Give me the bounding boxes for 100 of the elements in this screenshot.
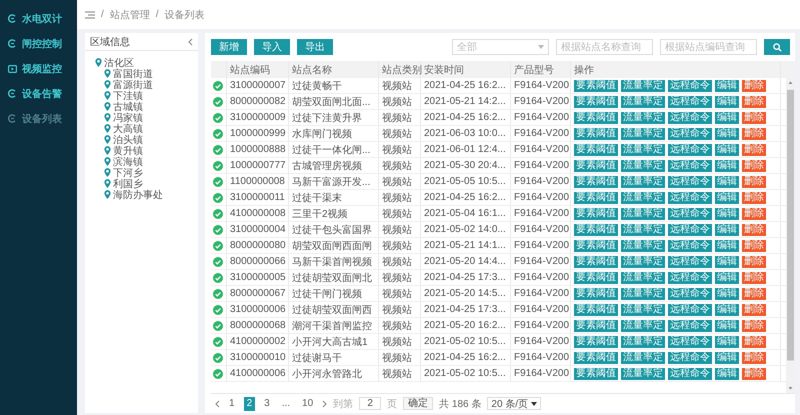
type-select[interactable]: 全部 xyxy=(452,39,549,55)
delete-button[interactable]: 删除 xyxy=(742,288,766,300)
page-item[interactable]: 2 xyxy=(244,396,256,410)
toolbar-button[interactable]: 导入 xyxy=(254,39,290,55)
action-button[interactable]: 编辑 xyxy=(715,96,739,108)
delete-button[interactable]: 删除 xyxy=(742,208,766,220)
action-button[interactable]: 要素阈值 xyxy=(574,368,618,380)
action-button[interactable]: 远程命令 xyxy=(668,96,712,108)
action-button[interactable]: 要素阈值 xyxy=(574,352,618,364)
action-button[interactable]: 流量率定 xyxy=(621,368,665,380)
action-button[interactable]: 流量率定 xyxy=(621,256,665,268)
action-button[interactable]: 要素阈值 xyxy=(574,80,618,92)
action-button[interactable]: 远程命令 xyxy=(668,272,712,284)
action-button[interactable]: 远程命令 xyxy=(668,80,712,92)
action-button[interactable]: 编辑 xyxy=(715,128,739,140)
collapse-icon[interactable] xyxy=(188,38,193,46)
tree-item[interactable]: 下洼镇 xyxy=(104,90,198,101)
action-button[interactable]: 编辑 xyxy=(715,240,739,252)
page-item[interactable]: 3 xyxy=(261,396,273,410)
action-button[interactable]: 流量率定 xyxy=(621,208,665,220)
delete-button[interactable]: 删除 xyxy=(742,272,766,284)
delete-button[interactable]: 删除 xyxy=(742,128,766,140)
delete-button[interactable]: 删除 xyxy=(742,256,766,268)
action-button[interactable]: 要素阈值 xyxy=(574,272,618,284)
action-button[interactable]: 流量率定 xyxy=(621,112,665,124)
previous-page-icon[interactable] xyxy=(215,400,220,408)
delete-button[interactable]: 删除 xyxy=(742,176,766,188)
breadcrumb-item[interactable]: 站点管理 xyxy=(110,8,150,22)
action-button[interactable]: 远程命令 xyxy=(668,144,712,156)
delete-button[interactable]: 删除 xyxy=(742,112,766,124)
action-button[interactable]: 编辑 xyxy=(715,208,739,220)
action-button[interactable]: 流量率定 xyxy=(621,304,665,316)
action-button[interactable]: 要素阈值 xyxy=(574,96,618,108)
action-button[interactable]: 编辑 xyxy=(715,256,739,268)
tree-item[interactable]: 滨海镇 xyxy=(104,156,198,167)
action-button[interactable]: 要素阈值 xyxy=(574,240,618,252)
action-button[interactable]: 编辑 xyxy=(715,144,739,156)
action-button[interactable]: 编辑 xyxy=(715,80,739,92)
action-button[interactable]: 要素阈值 xyxy=(574,112,618,124)
breadcrumb-item[interactable]: 设备列表 xyxy=(164,8,205,22)
sidebar-item[interactable]: 设备列表 xyxy=(0,106,77,131)
tree-item[interactable]: 沽化区 xyxy=(95,57,198,68)
action-button[interactable]: 流量率定 xyxy=(621,80,665,92)
toolbar-button[interactable]: 新增 xyxy=(211,39,247,55)
action-button[interactable]: 要素阈值 xyxy=(574,160,618,172)
action-button[interactable]: 编辑 xyxy=(715,160,739,172)
action-button[interactable]: 要素阈值 xyxy=(574,304,618,316)
delete-button[interactable]: 删除 xyxy=(742,192,766,204)
action-button[interactable]: 流量率定 xyxy=(621,336,665,348)
delete-button[interactable]: 删除 xyxy=(742,160,766,172)
tree-item[interactable]: 利国乡 xyxy=(104,178,198,189)
action-button[interactable]: 要素阈值 xyxy=(574,320,618,332)
action-button[interactable]: 远程命令 xyxy=(668,208,712,220)
action-button[interactable]: 流量率定 xyxy=(621,144,665,156)
action-button[interactable]: 远程命令 xyxy=(668,336,712,348)
action-button[interactable]: 远程命令 xyxy=(668,320,712,332)
action-button[interactable]: 远程命令 xyxy=(668,112,712,124)
page-item[interactable]: 1 xyxy=(226,396,238,410)
action-button[interactable]: 编辑 xyxy=(715,320,739,332)
tree-item[interactable]: 黄升镇 xyxy=(104,145,198,156)
action-button[interactable]: 远程命令 xyxy=(668,256,712,268)
action-button[interactable]: 流量率定 xyxy=(621,160,665,172)
action-button[interactable]: 远程命令 xyxy=(668,128,712,140)
action-button[interactable]: 编辑 xyxy=(715,352,739,364)
delete-button[interactable]: 删除 xyxy=(742,96,766,108)
action-button[interactable]: 要素阈值 xyxy=(574,288,618,300)
action-button[interactable]: 编辑 xyxy=(715,224,739,236)
action-button[interactable]: 要素阈值 xyxy=(574,336,618,348)
delete-button[interactable]: 删除 xyxy=(742,224,766,236)
action-button[interactable]: 编辑 xyxy=(715,272,739,284)
tree-item[interactable]: 富国街道 xyxy=(104,68,198,79)
page-size-select[interactable]: 20 条/页 xyxy=(487,397,542,410)
page-item[interactable]: ... xyxy=(278,396,294,410)
tree-item[interactable]: 富源街道 xyxy=(104,79,198,90)
action-button[interactable]: 编辑 xyxy=(715,304,739,316)
action-button[interactable]: 要素阈值 xyxy=(574,224,618,236)
action-button[interactable]: 流量率定 xyxy=(621,224,665,236)
action-button[interactable]: 编辑 xyxy=(715,192,739,204)
delete-button[interactable]: 删除 xyxy=(742,352,766,364)
page-input[interactable]: 2 xyxy=(359,397,382,410)
action-button[interactable]: 编辑 xyxy=(715,288,739,300)
action-button[interactable]: 流量率定 xyxy=(621,272,665,284)
next-page-icon[interactable] xyxy=(322,400,328,408)
name-search-field[interactable]: 根据站点名称查询 xyxy=(556,39,653,55)
tree-item[interactable]: 大高镇 xyxy=(104,123,198,134)
action-button[interactable]: 远程命令 xyxy=(668,176,712,188)
action-button[interactable]: 编辑 xyxy=(715,112,739,124)
delete-button[interactable]: 删除 xyxy=(742,320,766,332)
delete-button[interactable]: 删除 xyxy=(742,304,766,316)
action-button[interactable]: 要素阈值 xyxy=(574,208,618,220)
sidebar-item[interactable]: 设备告警 xyxy=(0,81,77,106)
action-button[interactable]: 远程命令 xyxy=(668,304,712,316)
sidebar-item[interactable]: 闸控控制 xyxy=(0,31,77,56)
delete-button[interactable]: 删除 xyxy=(742,80,766,92)
delete-button[interactable]: 删除 xyxy=(742,368,766,380)
action-button[interactable]: 远程命令 xyxy=(668,352,712,364)
menu-icon[interactable] xyxy=(85,10,95,18)
toolbar-button[interactable]: 导出 xyxy=(297,39,333,55)
action-button[interactable]: 流量率定 xyxy=(621,240,665,252)
action-button[interactable]: 编辑 xyxy=(715,368,739,380)
